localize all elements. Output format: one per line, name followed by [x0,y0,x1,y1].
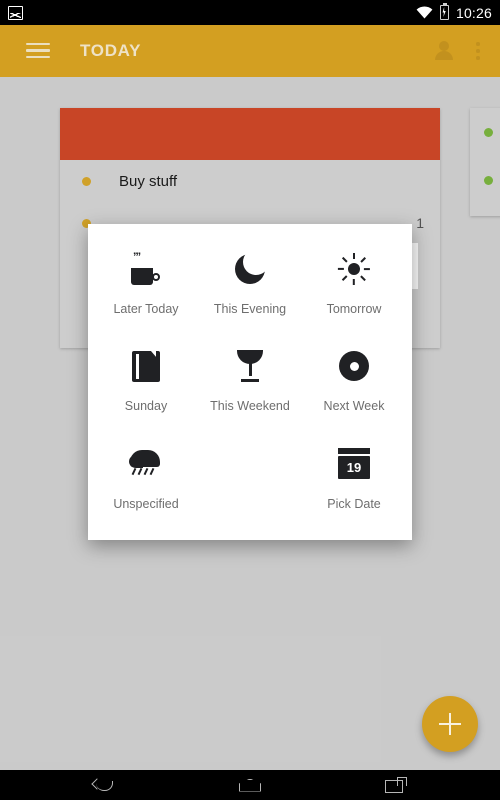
rain-cloud-icon [129,443,163,485]
status-bar-system: 10:26 [416,2,492,21]
calendar-day-number: 19 [338,456,370,480]
coffee-cup-icon: ’’’ [129,248,163,290]
status-bar-notifications [8,5,23,20]
option-label: This Weekend [210,399,290,414]
option-label: Next Week [323,399,385,414]
crescent-moon-icon [235,248,269,290]
option-label: Pick Date [327,496,381,511]
status-bar: 10:26 [0,0,500,25]
option-empty-slot [198,433,302,530]
option-this-weekend[interactable]: This Weekend [198,335,302,432]
home-button[interactable] [227,770,273,800]
option-tomorrow[interactable]: Tomorrow [302,238,406,335]
due-date-options-grid: ’’’ Later Today This Evening Tomorrow Su… [94,238,406,530]
sun-ray [360,257,367,263]
sun-ray [360,275,367,281]
sun-ray [342,275,348,281]
due-date-dialog: ’’’ Later Today This Evening Tomorrow Su… [88,224,412,540]
sun-ray [342,257,348,263]
battery-charging-icon [439,2,449,20]
back-icon [93,778,115,792]
option-next-week[interactable]: Next Week [302,335,406,432]
option-label: Unspecified [113,496,179,511]
wine-glass-icon [237,345,263,387]
sun-ray [364,268,371,270]
screenshot-icon [8,5,23,20]
option-this-evening[interactable]: This Evening [198,238,302,335]
rain-drop [149,467,155,475]
sun-ray [338,268,345,270]
option-label: This Evening [213,302,287,316]
rain-drop [143,467,149,475]
recents-icon [385,777,407,793]
sun-icon [338,248,371,290]
option-label: Later Today [113,302,179,316]
option-unspecified[interactable]: Unspecified [94,433,198,530]
home-icon [239,778,261,792]
back-button[interactable] [81,770,127,800]
status-bar-clock: 10:26 [455,4,492,21]
sun-ray [353,253,355,259]
donut-icon [339,345,369,387]
android-nav-bar [0,770,500,800]
rain-drop [131,467,137,475]
option-later-today[interactable]: ’’’ Later Today [94,238,198,335]
wifi-icon [416,6,433,19]
option-label: Sunday [124,399,168,414]
book-icon [132,345,160,387]
option-pick-date[interactable]: 19 Pick Date [302,433,406,530]
option-sunday[interactable]: Sunday [94,335,198,432]
rain-drop [137,467,143,475]
calendar-icon: 19 [338,443,370,485]
sun-ray [353,279,355,285]
recents-button[interactable] [373,770,419,800]
option-label: Tomorrow [326,302,382,316]
device-screen: 10:26 TODAY Buy stuff 1 ’’’ Later Today … [0,0,500,800]
